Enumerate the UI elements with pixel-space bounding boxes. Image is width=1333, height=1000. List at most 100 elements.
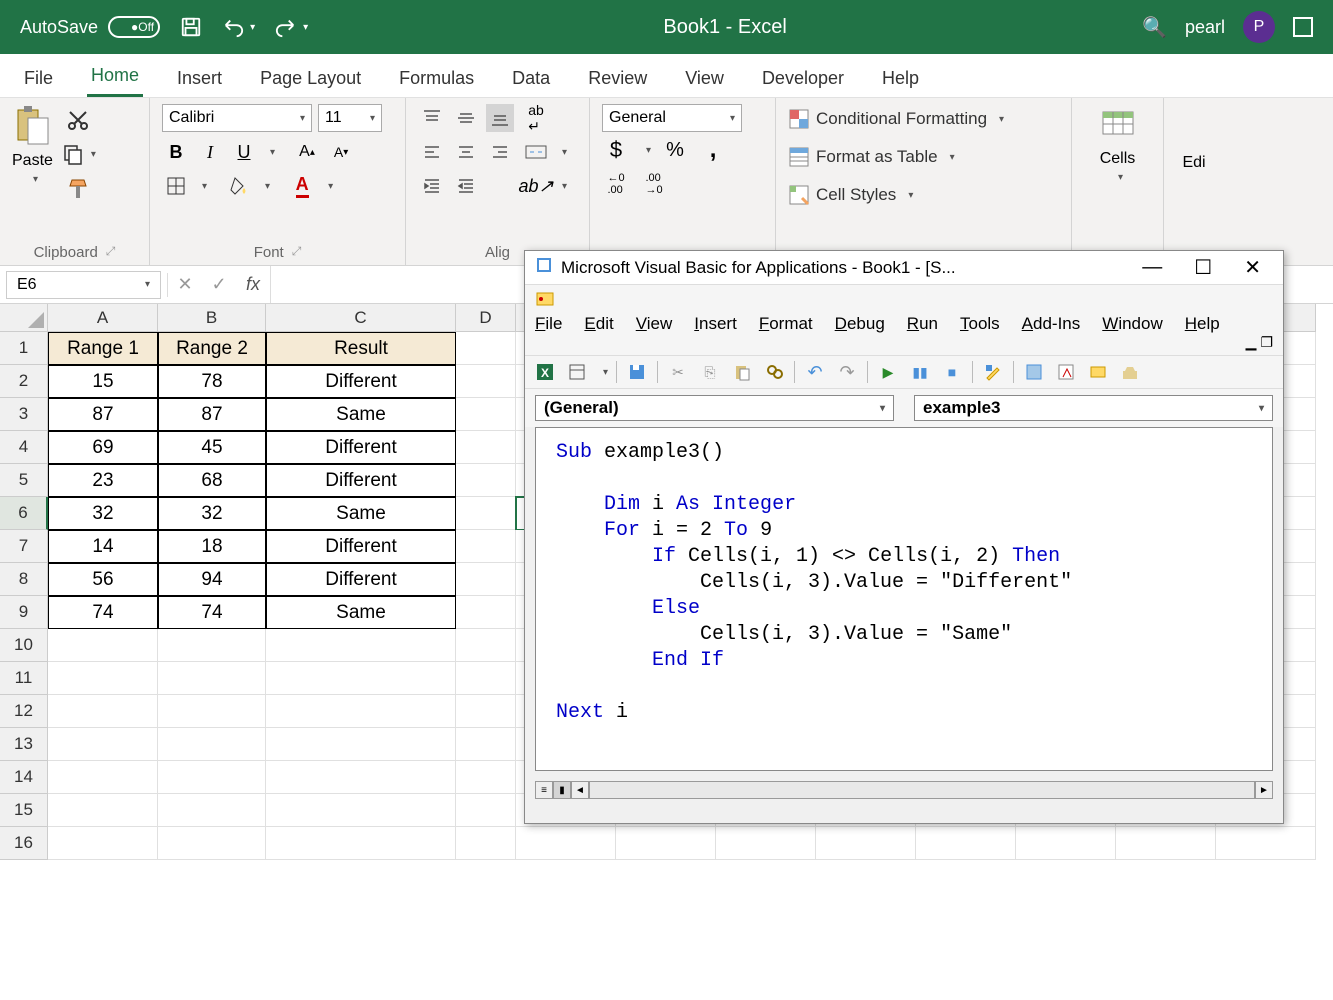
vba-mdi-icon[interactable]: [535, 289, 555, 314]
tab-home[interactable]: Home: [87, 57, 143, 97]
redo-icon[interactable]: ▾: [275, 16, 308, 38]
row-header[interactable]: 8: [0, 563, 48, 596]
cell[interactable]: 32: [48, 497, 158, 530]
cell[interactable]: 23: [48, 464, 158, 497]
cell[interactable]: Different: [266, 563, 456, 596]
cell[interactable]: 68: [158, 464, 266, 497]
cell[interactable]: 18: [158, 530, 266, 563]
cell[interactable]: 56: [48, 563, 158, 596]
borders-icon[interactable]: [162, 172, 190, 200]
vba-menu-run[interactable]: Run: [907, 314, 938, 333]
vba-menu-debug[interactable]: Debug: [835, 314, 885, 333]
user-avatar[interactable]: P: [1243, 11, 1275, 43]
cell[interactable]: 87: [48, 398, 158, 431]
close-icon[interactable]: ✕: [1232, 255, 1273, 280]
cell[interactable]: [916, 827, 1016, 860]
cell[interactable]: [456, 431, 516, 464]
column-header[interactable]: A: [48, 304, 158, 332]
redo-icon[interactable]: ↷: [835, 360, 859, 384]
cell[interactable]: [1016, 827, 1116, 860]
tab-insert[interactable]: Insert: [173, 60, 226, 97]
cell[interactable]: Different: [266, 464, 456, 497]
row-header[interactable]: 2: [0, 365, 48, 398]
comma-icon[interactable]: ,: [699, 136, 727, 164]
merge-icon[interactable]: [522, 138, 550, 166]
cell[interactable]: [456, 332, 516, 365]
minimize-icon[interactable]: —: [1130, 256, 1174, 279]
align-middle-icon[interactable]: [452, 104, 480, 132]
cell[interactable]: 74: [158, 596, 266, 629]
row-header[interactable]: 14: [0, 761, 48, 794]
paste-icon[interactable]: [730, 360, 754, 384]
bold-button[interactable]: B: [162, 138, 190, 166]
cell[interactable]: [48, 695, 158, 728]
view-excel-icon[interactable]: X: [533, 360, 557, 384]
vba-menu-file[interactable]: File: [535, 314, 562, 333]
cell[interactable]: Different: [266, 431, 456, 464]
object-browser-icon[interactable]: [1086, 360, 1110, 384]
vba-menu-edit[interactable]: Edit: [584, 314, 613, 333]
cell[interactable]: [48, 629, 158, 662]
cell[interactable]: [48, 662, 158, 695]
paste-dropdown-icon[interactable]: ▾: [33, 174, 38, 185]
mdi-restore-icon[interactable]: ▁: [1246, 334, 1257, 351]
align-right-icon[interactable]: [486, 138, 514, 166]
row-header[interactable]: 10: [0, 629, 48, 662]
cell[interactable]: [456, 827, 516, 860]
font-launcher-icon[interactable]: ⤢: [292, 244, 302, 261]
undo-icon[interactable]: ↶: [803, 360, 827, 384]
increase-font-icon[interactable]: A▴: [293, 138, 321, 166]
decrease-indent-icon[interactable]: [418, 172, 446, 200]
reset-icon[interactable]: ■: [940, 360, 964, 384]
cell[interactable]: Range 2: [158, 332, 266, 365]
vba-menu-view[interactable]: View: [636, 314, 673, 333]
column-header[interactable]: D: [456, 304, 516, 332]
format-as-table-button[interactable]: Format as Table▾: [788, 142, 1059, 172]
percent-icon[interactable]: %: [661, 136, 689, 164]
break-icon[interactable]: ▮▮: [908, 360, 932, 384]
cell[interactable]: Different: [266, 530, 456, 563]
font-name-dropdown[interactable]: Calibri▾: [162, 104, 312, 132]
align-top-icon[interactable]: [418, 104, 446, 132]
cell[interactable]: [516, 827, 616, 860]
font-size-dropdown[interactable]: 11▾: [318, 104, 382, 132]
toggle-off[interactable]: ● Off: [108, 16, 160, 38]
cell[interactable]: 78: [158, 365, 266, 398]
tab-developer[interactable]: Developer: [758, 60, 848, 97]
cell[interactable]: [1216, 827, 1316, 860]
cell[interactable]: [456, 398, 516, 431]
vba-menu-tools[interactable]: Tools: [960, 314, 1000, 333]
increase-decimal-icon[interactable]: ←0.00: [602, 170, 630, 198]
vba-menu-format[interactable]: Format: [759, 314, 813, 333]
cell[interactable]: Same: [266, 398, 456, 431]
cell[interactable]: 45: [158, 431, 266, 464]
row-header[interactable]: 1: [0, 332, 48, 365]
cell[interactable]: 15: [48, 365, 158, 398]
mdi-max-icon[interactable]: ❐: [1260, 334, 1273, 351]
maximize-icon[interactable]: ☐: [1182, 255, 1224, 280]
design-mode-icon[interactable]: [981, 360, 1005, 384]
cell[interactable]: [456, 365, 516, 398]
find-icon[interactable]: [762, 360, 786, 384]
cell[interactable]: 14: [48, 530, 158, 563]
scroll-left-icon[interactable]: ◄: [571, 781, 589, 799]
accounting-icon[interactable]: $: [602, 136, 630, 164]
cell[interactable]: [48, 794, 158, 827]
fx-icon[interactable]: fx: [236, 270, 270, 300]
project-explorer-icon[interactable]: [1022, 360, 1046, 384]
column-header[interactable]: C: [266, 304, 456, 332]
cell[interactable]: [816, 827, 916, 860]
cell[interactable]: 69: [48, 431, 158, 464]
underline-button[interactable]: U: [230, 138, 258, 166]
enter-formula-icon[interactable]: ✓: [202, 270, 236, 300]
cell[interactable]: [266, 728, 456, 761]
scroll-right-icon[interactable]: ►: [1255, 781, 1273, 799]
cell[interactable]: [48, 827, 158, 860]
cell[interactable]: [158, 827, 266, 860]
row-header[interactable]: 4: [0, 431, 48, 464]
vba-title-bar[interactable]: Microsoft Visual Basic for Applications …: [525, 251, 1283, 285]
row-header[interactable]: 12: [0, 695, 48, 728]
cell-styles-button[interactable]: Cell Styles▾: [788, 180, 1059, 210]
cell[interactable]: [158, 695, 266, 728]
cell[interactable]: [158, 794, 266, 827]
